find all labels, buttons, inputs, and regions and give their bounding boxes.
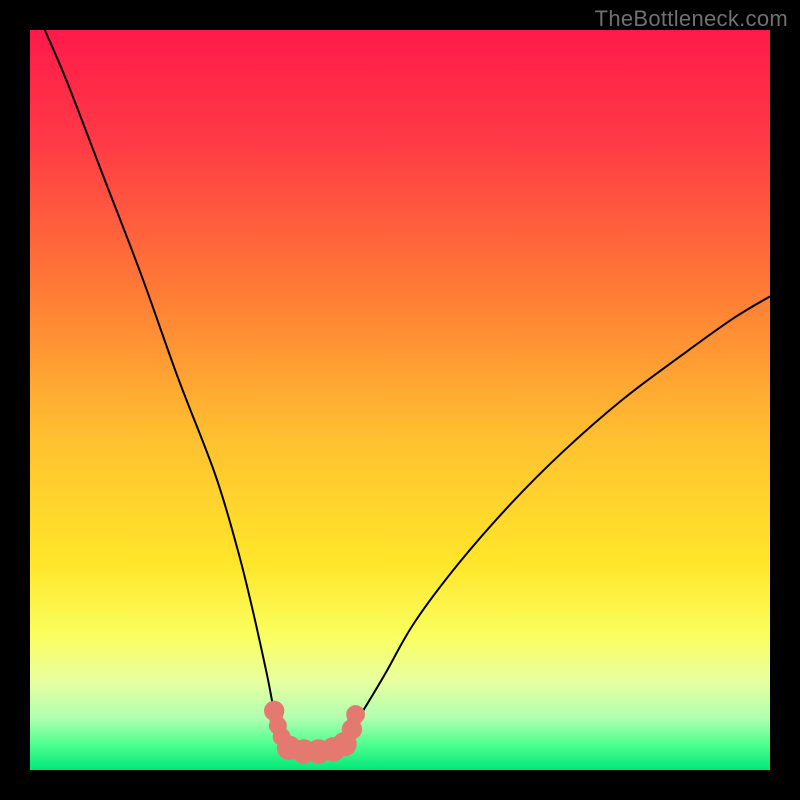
plot-area: [30, 30, 770, 770]
valley-bead: [346, 705, 365, 724]
watermark-text: TheBottleneck.com: [595, 6, 788, 32]
chart-svg: [30, 30, 770, 770]
gradient-background: [30, 30, 770, 770]
